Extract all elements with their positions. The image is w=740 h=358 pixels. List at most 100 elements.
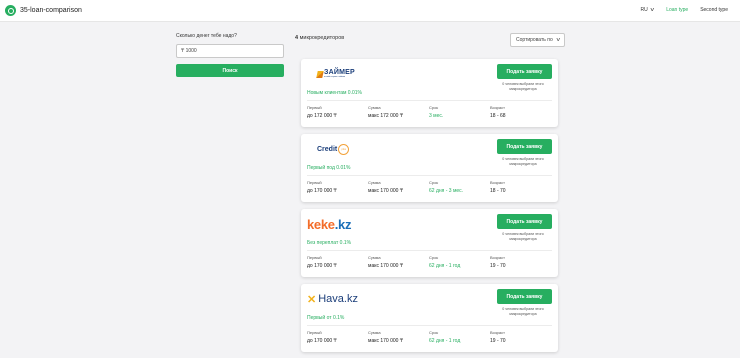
stat-age: Возраст 19 - 70 bbox=[490, 255, 506, 269]
logo-subtext: .kz bbox=[343, 293, 358, 305]
logo-subtext: plus bbox=[338, 143, 350, 155]
results-number: 4 bbox=[295, 35, 299, 41]
stat-label: Срок bbox=[429, 255, 439, 260]
promo-text: Первый под 0.01% bbox=[307, 165, 351, 171]
stat-value: до 172 000 ₸ bbox=[307, 113, 337, 119]
stat-value: макс 170 000 ₸ bbox=[368, 338, 403, 344]
amount-label: Сколько денег тебе надо? bbox=[176, 33, 237, 39]
apply-button[interactable]: Подать заявку bbox=[497, 139, 552, 154]
stat-amount: Сумма макс 170 000 ₸ bbox=[368, 255, 403, 269]
logo-text: Credit bbox=[317, 145, 338, 153]
logo-text: Hava bbox=[318, 293, 344, 305]
stat-label: Сумма bbox=[368, 330, 381, 335]
chosen-count: 0 человек выбрали этого микрокредитора bbox=[502, 157, 544, 166]
stat-amount: Сумма макс 172 000 ₸ bbox=[368, 105, 403, 119]
stat-label: Возраст bbox=[490, 330, 505, 335]
zaimer-logo: ЗАЙМЕР онлайн-сервис займов bbox=[316, 69, 355, 79]
stat-value: 18 - 68 bbox=[490, 113, 506, 119]
stat-value: до 170 000 ₸ bbox=[307, 263, 337, 269]
divider bbox=[307, 325, 552, 326]
language-label: RU bbox=[640, 7, 648, 13]
stat-value: макс 170 000 ₸ bbox=[368, 188, 403, 194]
stat-value: 19 - 70 bbox=[490, 338, 506, 344]
stat-value: 18 - 70 bbox=[490, 188, 506, 194]
logo-text: keke bbox=[307, 216, 335, 232]
hava-logo: ✕ Hava.kz bbox=[307, 293, 358, 306]
stat-age: Возраст 18 - 68 bbox=[490, 105, 506, 119]
apply-button[interactable]: Подать заявку bbox=[497, 214, 552, 229]
stat-value: макс 170 000 ₸ bbox=[368, 263, 403, 269]
apply-button[interactable]: Подать заявку bbox=[497, 64, 552, 79]
creditplus-logo: Credit plus bbox=[317, 143, 350, 155]
filter-panel: Сколько денег тебе надо? Поиск bbox=[176, 33, 284, 77]
lender-logo: Credit plus bbox=[317, 140, 350, 158]
stat-age: Возраст 19 - 70 bbox=[490, 330, 506, 344]
lender-logo: keke.kz bbox=[307, 215, 351, 233]
offer-card: ЗАЙМЕР онлайн-сервис займов Новым клиент… bbox=[301, 59, 558, 127]
search-button[interactable]: Поиск bbox=[176, 64, 284, 77]
stat-first: Первый до 170 000 ₸ bbox=[307, 255, 337, 269]
zaimer-logo-icon bbox=[316, 70, 324, 78]
stat-label: Первый bbox=[307, 330, 322, 335]
chevron-down-icon: v bbox=[650, 7, 654, 13]
stat-label: Срок bbox=[429, 180, 439, 185]
results-count: 4 микрокредиторов bbox=[295, 35, 344, 41]
apply-button[interactable]: Подать заявку bbox=[497, 289, 552, 304]
stat-amount: Сумма макс 170 000 ₸ bbox=[368, 180, 403, 194]
hava-logo-icon: ✕ bbox=[307, 293, 317, 306]
stat-label: Первый bbox=[307, 105, 322, 110]
promo-text: Новым клиентам 0.01% bbox=[307, 90, 362, 96]
logo-subtext: .kz bbox=[334, 216, 352, 232]
top-header: 35-loan-comparison RU v Loan type Second… bbox=[0, 0, 740, 22]
offer-card: keke.kz Без переплат 0.1% Подать заявку … bbox=[301, 209, 558, 277]
logo-text: ЗАЙМЕР bbox=[324, 69, 355, 76]
stat-term: Срок 62 дня - 1 год bbox=[429, 255, 460, 269]
stat-label: Возраст bbox=[490, 105, 505, 110]
brand-logo-icon bbox=[5, 5, 16, 16]
stat-label: Возраст bbox=[490, 180, 505, 185]
brand-name: 35-loan-comparison bbox=[20, 7, 82, 14]
chosen-count: 0 человек выбрали этого микрокредитора bbox=[502, 82, 544, 91]
amount-input[interactable] bbox=[176, 44, 284, 58]
stat-label: Срок bbox=[429, 105, 439, 110]
nav-loan-type[interactable]: Loan type bbox=[666, 7, 688, 13]
promo-text: Без переплат 0.1% bbox=[307, 240, 352, 246]
language-selector[interactable]: RU v bbox=[640, 7, 653, 13]
stat-first: Первый до 172 000 ₸ bbox=[307, 105, 337, 119]
chosen-count: 0 человек выбрали этого микрокредитора bbox=[502, 307, 544, 316]
stat-first: Первый до 170 000 ₸ bbox=[307, 330, 337, 344]
stat-label: Сумма bbox=[368, 255, 381, 260]
stat-value: до 170 000 ₸ bbox=[307, 338, 337, 344]
results-label: микрокредиторов bbox=[299, 35, 345, 41]
stat-label: Сумма bbox=[368, 180, 381, 185]
chosen-count: 0 человек выбрали этого микрокредитора bbox=[502, 232, 544, 241]
stat-age: Возраст 18 - 70 bbox=[490, 180, 506, 194]
stat-label: Сумма bbox=[368, 105, 381, 110]
stat-label: Срок bbox=[429, 330, 439, 335]
promo-text: Первый от 0.1% bbox=[307, 315, 345, 321]
brand[interactable]: 35-loan-comparison bbox=[5, 5, 82, 16]
logo-subtext: онлайн-сервис займов bbox=[324, 76, 346, 78]
divider bbox=[307, 100, 552, 101]
nav-second-type[interactable]: Second type bbox=[700, 7, 728, 13]
keke-logo: keke.kz bbox=[307, 218, 351, 231]
divider bbox=[307, 250, 552, 251]
stat-amount: Сумма макс 170 000 ₸ bbox=[368, 330, 403, 344]
stat-label: Возраст bbox=[490, 255, 505, 260]
stat-term: Срок 62 дня - 1 год bbox=[429, 330, 460, 344]
stat-value: 62 дня - 1 год bbox=[429, 263, 461, 269]
sort-label: Сортировать по bbox=[516, 37, 553, 43]
stat-value: 62 дня - 3 мес. bbox=[429, 188, 464, 194]
stat-value: 19 - 70 bbox=[490, 263, 506, 269]
stat-term: Срок 62 дня - 3 мес. bbox=[429, 180, 463, 194]
top-nav: RU v Loan type Second type bbox=[640, 7, 740, 13]
sort-select[interactable]: Сортировать по v bbox=[510, 33, 565, 47]
stat-value: до 170 000 ₸ bbox=[307, 188, 337, 194]
stat-first: Первый до 170 000 ₸ bbox=[307, 180, 337, 194]
divider bbox=[307, 175, 552, 176]
offer-card: ✕ Hava.kz Первый от 0.1% Подать заявку 0… bbox=[301, 284, 558, 352]
stat-value: макс 172 000 ₸ bbox=[368, 113, 403, 119]
stat-label: Первый bbox=[307, 255, 322, 260]
stat-value: 3 мес. bbox=[429, 113, 444, 119]
offer-card: Credit plus Первый под 0.01% Подать заяв… bbox=[301, 134, 558, 202]
